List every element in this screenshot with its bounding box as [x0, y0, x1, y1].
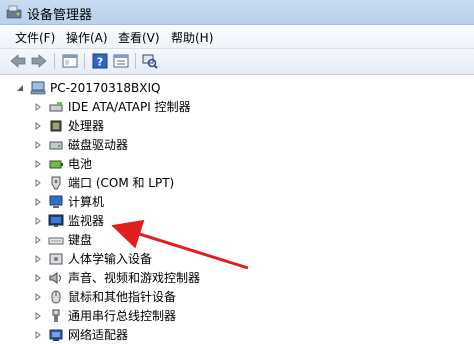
expand-triangle-icon[interactable] — [34, 254, 42, 263]
tree-item-battery[interactable]: 电池 — [34, 154, 92, 173]
expand-triangle-icon[interactable] — [34, 273, 42, 282]
show-hide-console-tree-button[interactable] — [60, 52, 80, 70]
menu-action[interactable]: 操作(A) — [66, 29, 108, 46]
expand-triangle-icon[interactable] — [34, 197, 42, 206]
forward-arrow-icon — [31, 54, 47, 68]
tree-item-monitor[interactable]: 监视器 — [34, 211, 104, 230]
properties-button[interactable] — [111, 52, 131, 70]
tree-root-label: PC-20170318BXIQ — [50, 80, 161, 95]
mouse-icon — [51, 290, 61, 303]
back-button[interactable] — [8, 52, 28, 70]
expand-triangle-icon[interactable] — [34, 140, 42, 149]
expand-triangle-icon[interactable] — [34, 311, 42, 320]
processor-icon — [50, 120, 62, 131]
menu-file[interactable]: 文件(F) — [15, 29, 55, 46]
computer-icon — [49, 195, 63, 208]
hid-icon — [49, 253, 63, 264]
toolbar: ? — [0, 49, 474, 75]
tree-item-hid[interactable]: 人体学输入设备 — [34, 249, 152, 268]
tree-item-keyboard[interactable]: 键盘 — [34, 230, 92, 249]
menu-bar: 文件(F) 操作(A) 查看(V) 帮助(H) — [0, 25, 474, 49]
tree-item-network[interactable]: 网络适配器 — [34, 325, 128, 344]
keyboard-icon — [48, 237, 64, 244]
device-tree: PC-20170318BXIQ IDE ATA/ATAPI 控制器 处理器 磁盘… — [0, 76, 474, 344]
expand-triangle-icon[interactable] — [34, 178, 42, 187]
tree-item-label: 电池 — [68, 157, 93, 171]
tree-item-label: 磁盘驱动器 — [68, 138, 129, 152]
tree-item-label: 端口 (COM 和 LPT) — [68, 176, 175, 190]
expand-triangle-icon[interactable] — [34, 292, 42, 301]
tree-root[interactable]: PC-20170318BXIQ — [16, 78, 160, 97]
tree-item-label: 监视器 — [68, 214, 105, 228]
expand-triangle-icon[interactable] — [34, 121, 42, 130]
forward-button[interactable] — [29, 52, 49, 70]
tree-item-usb[interactable]: 通用串行总线控制器 — [34, 306, 176, 325]
tree-item-processor[interactable]: 处理器 — [34, 116, 104, 135]
console-tree-icon — [62, 54, 78, 68]
expand-triangle-icon[interactable] — [34, 330, 42, 339]
toolbar-separator — [135, 53, 136, 69]
scan-hardware-changes-button[interactable] — [140, 52, 160, 70]
expand-triangle-icon[interactable] — [34, 159, 42, 168]
expand-triangle-icon[interactable] — [34, 102, 42, 111]
tree-item-label: 处理器 — [68, 119, 105, 133]
scan-hardware-icon — [142, 54, 158, 69]
ide-controller-icon — [49, 101, 63, 111]
expand-triangle-icon[interactable] — [34, 235, 42, 244]
help-icon: ? — [92, 53, 108, 69]
disk-drive-icon — [49, 141, 63, 149]
expand-triangle-icon[interactable] — [34, 216, 42, 225]
window-title: 设备管理器 — [27, 8, 93, 23]
title-bar: 设备管理器 — [0, 0, 474, 25]
tree-item-label: 网络适配器 — [68, 328, 129, 342]
menu-view[interactable]: 查看(V) — [118, 29, 160, 46]
back-arrow-icon — [10, 54, 26, 68]
port-icon — [51, 176, 61, 189]
device-manager-icon — [6, 5, 22, 19]
tree-item-label: 计算机 — [68, 195, 105, 209]
computer-icon — [30, 81, 46, 94]
network-adapter-icon — [49, 329, 63, 341]
tree-item-label: 人体学输入设备 — [68, 252, 153, 266]
toolbar-separator — [54, 53, 55, 69]
tree-item-sound[interactable]: 声音、视频和游戏控制器 — [34, 268, 200, 287]
tree-item-label: 鼠标和其他指针设备 — [68, 290, 177, 304]
tree-item-label: IDE ATA/ATAPI 控制器 — [68, 100, 191, 114]
help-button[interactable]: ? — [90, 52, 110, 70]
properties-icon — [113, 54, 129, 68]
tree-item-label: 通用串行总线控制器 — [68, 309, 177, 323]
usb-icon — [52, 309, 60, 322]
monitor-icon — [48, 214, 64, 227]
speaker-icon — [49, 271, 61, 284]
svg-text:?: ? — [97, 56, 103, 69]
tree-item-disk[interactable]: 磁盘驱动器 — [34, 135, 128, 154]
tree-item-mouse[interactable]: 鼠标和其他指针设备 — [34, 287, 176, 306]
tree-item-ide[interactable]: IDE ATA/ATAPI 控制器 — [34, 97, 191, 116]
menu-help[interactable]: 帮助(H) — [171, 29, 213, 46]
tree-item-ports[interactable]: 端口 (COM 和 LPT) — [34, 173, 174, 192]
collapse-triangle-icon[interactable] — [16, 84, 24, 92]
tree-item-label: 声音、视频和游戏控制器 — [68, 271, 201, 285]
tree-item-computer[interactable]: 计算机 — [34, 192, 104, 211]
battery-icon — [49, 160, 63, 168]
tree-item-label: 键盘 — [68, 233, 93, 247]
toolbar-separator — [84, 53, 85, 69]
